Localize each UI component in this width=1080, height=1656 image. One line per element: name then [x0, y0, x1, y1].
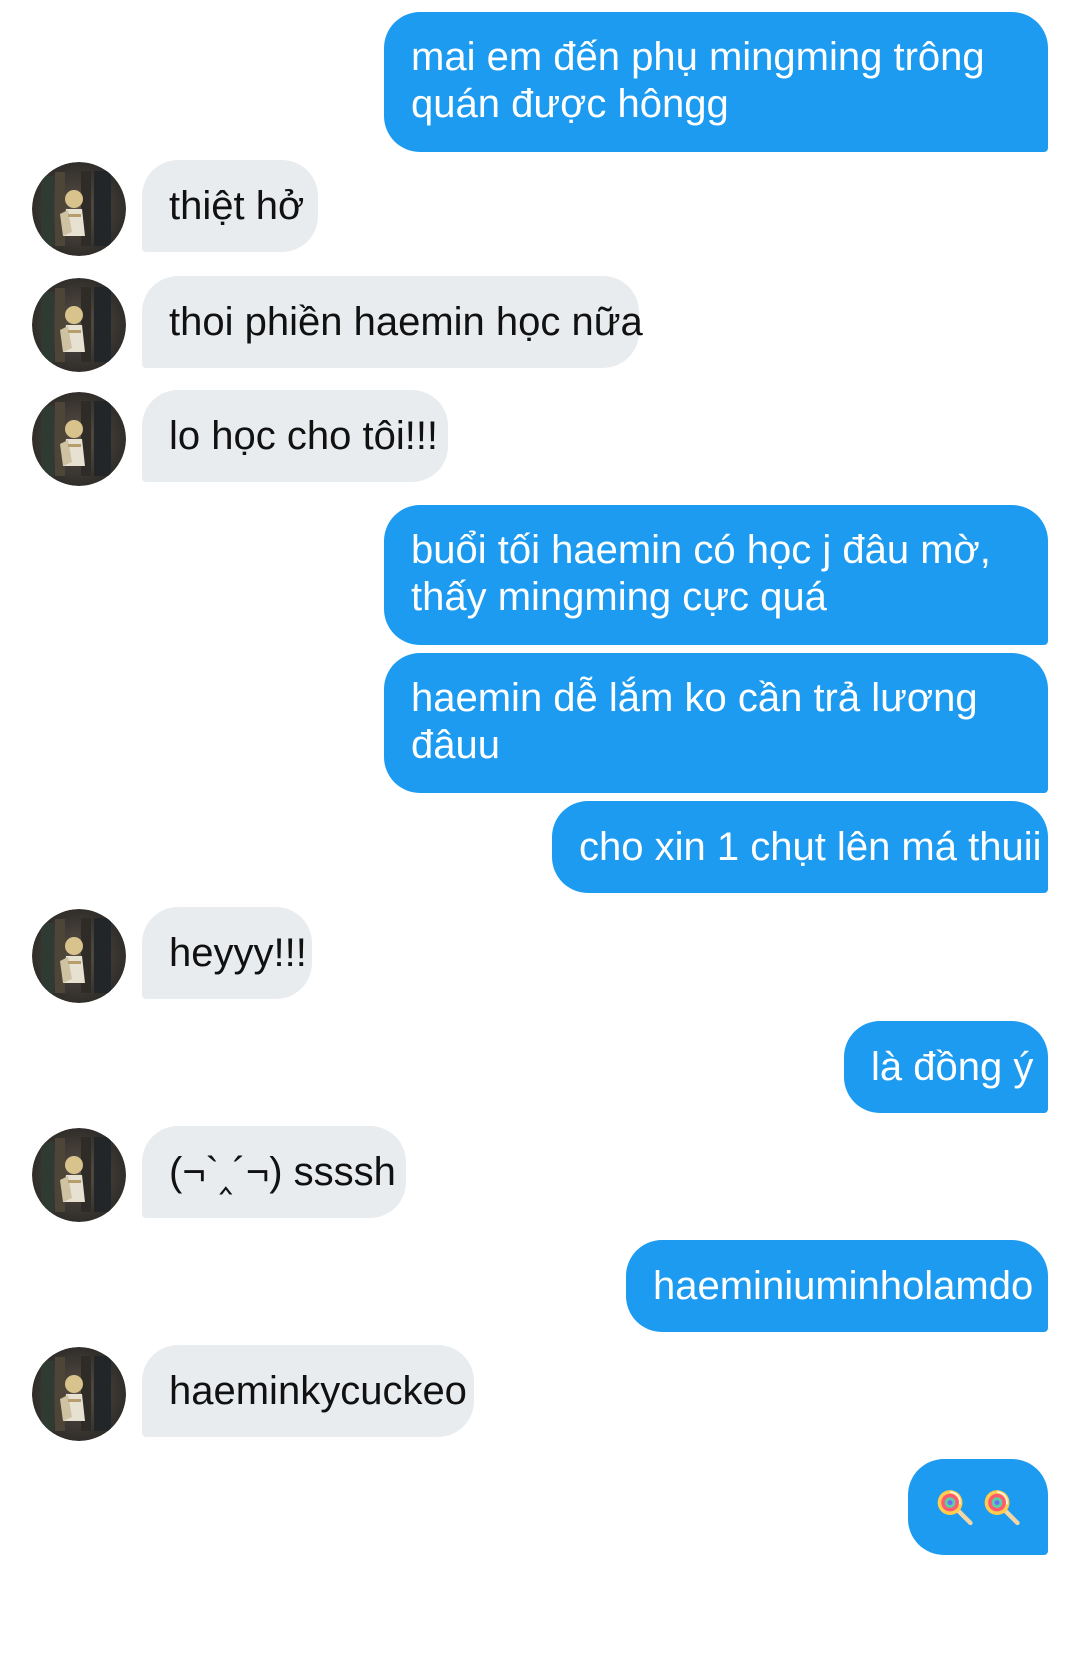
- message-row-incoming: thiệt hở: [0, 160, 1080, 256]
- message-row-incoming: heyyy!!!: [0, 907, 1080, 1003]
- message-text: lo học cho tôi!!!: [169, 414, 439, 458]
- message-bubble-outgoing[interactable]: mai em đến phụ mingming trông quán được …: [384, 12, 1048, 152]
- message-bubble-outgoing[interactable]: buổi tối haemin có học j đâu mờ, thấy mi…: [384, 505, 1048, 645]
- message-text: thoi phiền haemin học nữa: [169, 300, 643, 344]
- lollipop-icon: [937, 1490, 973, 1526]
- message-row-outgoing: haemin dễ lắm ko cần trả lương đâuu: [0, 653, 1080, 793]
- message-row-outgoing: cho xin 1 chụt lên má thuii: [0, 801, 1080, 895]
- message-row-outgoing: [0, 1459, 1080, 1555]
- message-text: (¬`‸´¬) ssssh: [169, 1150, 396, 1194]
- lollipop-icon: [984, 1490, 1020, 1526]
- message-bubble-outgoing[interactable]: haeminiuminholamdo: [626, 1240, 1048, 1332]
- message-bubble-incoming[interactable]: thiệt hở: [142, 160, 318, 252]
- message-row-incoming: thoi phiền haemin học nữa: [0, 276, 1080, 372]
- message-text: haeminkycuckeo: [169, 1369, 467, 1413]
- message-row-outgoing: mai em đến phụ mingming trông quán được …: [0, 12, 1080, 152]
- message-row-incoming: (¬`‸´¬) ssssh: [0, 1126, 1080, 1222]
- message-row-outgoing: là đồng ý: [0, 1021, 1080, 1115]
- message-bubble-outgoing[interactable]: là đồng ý: [844, 1021, 1048, 1113]
- message-text: haeminiuminholamdo: [653, 1264, 1034, 1308]
- message-text: cho xin 1 chụt lên má thuii: [579, 825, 1042, 869]
- contact-avatar[interactable]: [32, 1347, 126, 1441]
- message-row-incoming: haeminkycuckeo: [0, 1345, 1080, 1441]
- message-text: thiệt hở: [169, 184, 305, 228]
- message-bubble-outgoing[interactable]: cho xin 1 chụt lên má thuii: [552, 801, 1048, 893]
- message-bubble-incoming[interactable]: lo học cho tôi!!!: [142, 390, 448, 482]
- contact-avatar[interactable]: [32, 392, 126, 486]
- contact-avatar[interactable]: [32, 162, 126, 256]
- message-bubble-outgoing[interactable]: haemin dễ lắm ko cần trả lương đâuu: [384, 653, 1048, 793]
- message-text: haemin dễ lắm ko cần trả lương đâuu: [411, 676, 978, 767]
- message-text: mai em đến phụ mingming trông quán được …: [411, 35, 985, 126]
- message-row-outgoing: haeminiuminholamdo: [0, 1240, 1080, 1334]
- message-row-incoming: lo học cho tôi!!!: [0, 390, 1080, 486]
- message-bubble-incoming[interactable]: (¬`‸´¬) ssssh: [142, 1126, 406, 1218]
- message-text: heyyy!!!: [169, 931, 307, 975]
- contact-avatar[interactable]: [32, 909, 126, 1003]
- message-bubble-outgoing[interactable]: [908, 1459, 1048, 1555]
- sticker-row: [935, 1481, 1021, 1533]
- contact-avatar[interactable]: [32, 1128, 126, 1222]
- contact-avatar[interactable]: [32, 278, 126, 372]
- message-bubble-incoming[interactable]: haeminkycuckeo: [142, 1345, 474, 1437]
- message-text: là đồng ý: [871, 1045, 1034, 1089]
- message-text: buổi tối haemin có học j đâu mờ, thấy mi…: [411, 528, 991, 619]
- message-bubble-incoming[interactable]: heyyy!!!: [142, 907, 312, 999]
- chat-thread: mai em đến phụ mingming trông quán được …: [0, 0, 1080, 1656]
- message-row-outgoing: buổi tối haemin có học j đâu mờ, thấy mi…: [0, 505, 1080, 645]
- message-bubble-incoming[interactable]: thoi phiền haemin học nữa: [142, 276, 643, 368]
